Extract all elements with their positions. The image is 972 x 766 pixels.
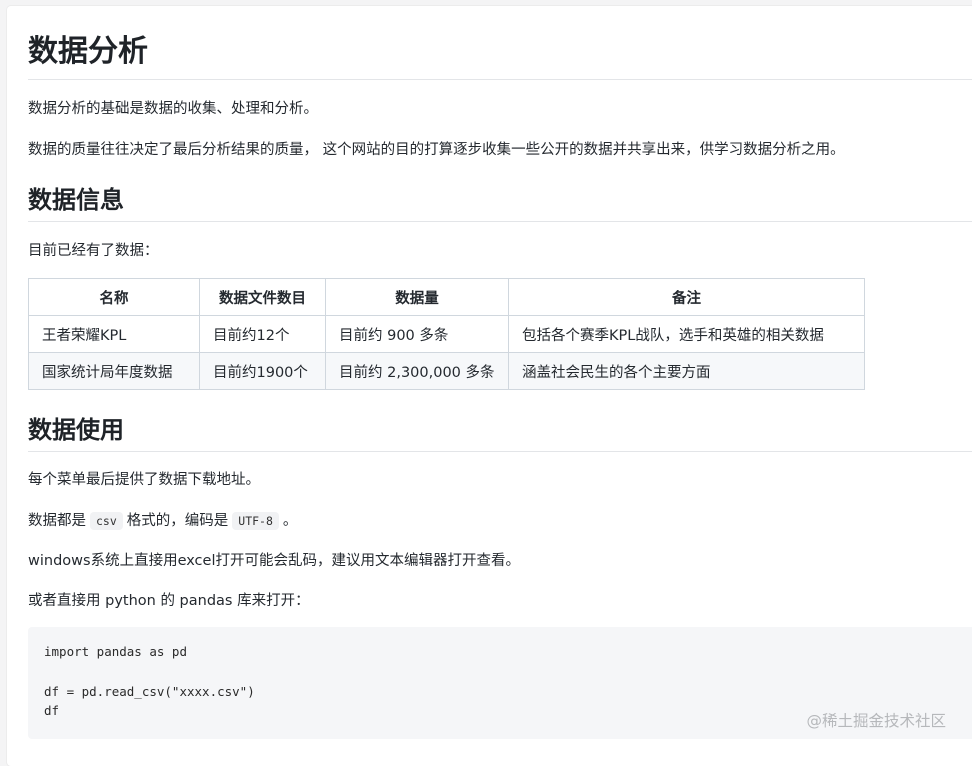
table-header-name: 名称	[29, 279, 200, 316]
usage-paragraph-2: 数据都是csv格式的，编码是UTF-8。	[28, 511, 297, 531]
table-header-notes: 备注	[509, 279, 865, 316]
table-cell: 目前约12个	[200, 316, 326, 353]
code-line: import pandas as pd	[44, 643, 187, 661]
table-header-volume: 数据量	[326, 279, 509, 316]
table-cell: 目前约 2,300,000 多条	[326, 353, 509, 390]
page-title: 数据分析	[28, 32, 148, 72]
code-line: df = pd.read_csv("xxxx.csv")	[44, 683, 255, 701]
title-divider	[28, 79, 972, 80]
intro-paragraph-1: 数据分析的基础是数据的收集、处理和分析。	[28, 99, 318, 119]
watermark: @稀土掘金技术社区	[806, 709, 946, 731]
usage-text: 格式的，编码是	[127, 513, 229, 529]
table-cell: 王者荣耀KPL	[29, 316, 200, 353]
table-header-row: 名称 数据文件数目 数据量 备注	[29, 279, 865, 316]
usage-text: 数据都是	[28, 513, 86, 529]
section-heading-info: 数据信息	[28, 184, 124, 216]
usage-text: 。	[283, 513, 298, 529]
page-card: 数据分析 数据分析的基础是数据的收集、处理和分析。 数据的质量往往决定了最后分析…	[7, 6, 972, 766]
usage-paragraph-4: 或者直接用 python 的 pandas 库来打开：	[28, 591, 310, 611]
inline-code-utf8: UTF-8	[232, 512, 279, 530]
table-row: 王者荣耀KPL 目前约12个 目前约 900 多条 包括各个赛季KPL战队，选手…	[29, 316, 865, 353]
usage-divider	[28, 451, 972, 452]
info-lead: 目前已经有了数据：	[28, 241, 159, 261]
intro-paragraph-2: 数据的质量往往决定了最后分析结果的质量， 这个网站的目的打算逐步收集一些公开的数…	[28, 140, 845, 160]
data-table: 名称 数据文件数目 数据量 备注 王者荣耀KPL 目前约12个 目前约 900 …	[28, 278, 865, 390]
code-line: df	[44, 702, 59, 720]
table-header-file-count: 数据文件数目	[200, 279, 326, 316]
table-cell: 国家统计局年度数据	[29, 353, 200, 390]
table-row: 国家统计局年度数据 目前约1900个 目前约 2,300,000 多条 涵盖社会…	[29, 353, 865, 390]
info-divider	[28, 221, 972, 222]
table-cell: 包括各个赛季KPL战队，选手和英雄的相关数据	[509, 316, 865, 353]
table-cell: 涵盖社会民生的各个主要方面	[509, 353, 865, 390]
usage-paragraph-1: 每个菜单最后提供了数据下载地址。	[28, 470, 260, 490]
inline-code-csv: csv	[90, 512, 123, 530]
table-cell: 目前约1900个	[200, 353, 326, 390]
section-heading-usage: 数据使用	[28, 414, 124, 446]
table-cell: 目前约 900 多条	[326, 316, 509, 353]
usage-paragraph-3: windows系统上直接用excel打开可能会乱码，建议用文本编辑器打开查看。	[28, 551, 520, 571]
